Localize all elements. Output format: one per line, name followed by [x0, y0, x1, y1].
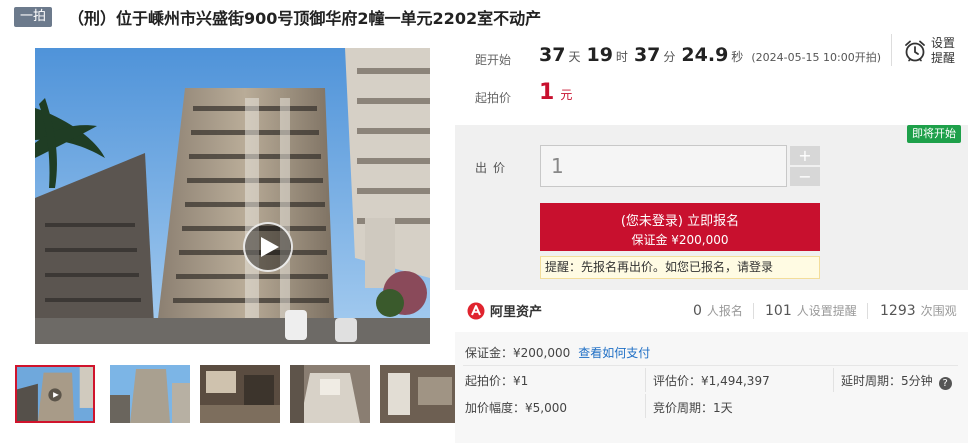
- countdown-label: 距开始: [475, 53, 512, 67]
- details-divider: [463, 365, 958, 366]
- detail-bid-increment: 加价幅度：¥5,000: [465, 401, 567, 415]
- countdown-hours: 19: [586, 44, 613, 66]
- countdown-minutes-unit: 分: [663, 50, 676, 64]
- detail-auction-period: 竞价周期：1天: [653, 401, 733, 415]
- thumbnail-5[interactable]: [380, 365, 460, 423]
- play-video-button[interactable]: [243, 222, 293, 272]
- thumbnail-image: [110, 365, 190, 423]
- thumbnail-image: [17, 367, 93, 421]
- register-now-button[interactable]: (您未登录) 立即报名 保证金 ¥200,000: [540, 203, 820, 251]
- details-col-divider: [645, 394, 646, 418]
- views-stat: 1293 次围观: [880, 302, 957, 319]
- register-notice: 提醒：先报名再出价。如您已报名，请登录: [540, 256, 820, 279]
- increase-bid-button[interactable]: +: [790, 146, 820, 165]
- registered-stat: 0 人报名: [693, 302, 743, 319]
- notice-text: 提醒：先报名再出价。如您已报名，请: [545, 260, 750, 274]
- start-price-label: 起拍价: [475, 91, 512, 105]
- registered-count: 0: [693, 303, 702, 319]
- details-col-divider: [645, 368, 646, 392]
- platform-name: 阿里资产: [490, 305, 543, 320]
- reminders-unit: 人设置提醒: [796, 304, 857, 318]
- start-price: 1 元: [539, 80, 572, 105]
- how-to-pay-link[interactable]: 查看如何支付: [578, 346, 650, 360]
- help-icon[interactable]: ?: [938, 377, 952, 390]
- detail-start-price: 起拍价：¥1: [465, 374, 529, 388]
- reminder-divider: [891, 34, 892, 66]
- registered-unit: 人报名: [706, 304, 743, 318]
- bid-panel: 即将开始 出价 1 + − (您未登录) 立即报名 保证金 ¥200,000 提…: [455, 125, 968, 290]
- bid-amount-input[interactable]: 1: [540, 145, 787, 187]
- detail-appraisal-price: 评估价：¥1,494,397: [653, 374, 770, 388]
- status-badge: 即将开始: [907, 125, 961, 143]
- thumbnail-image: [200, 365, 280, 423]
- thumbnail-3[interactable]: [200, 365, 280, 423]
- decrease-bid-button[interactable]: −: [790, 167, 820, 186]
- platform-stats: 阿里资产 0 人报名 101 人设置提醒 1293 次围观: [455, 290, 968, 332]
- thumbnail-image: [380, 365, 460, 423]
- play-icon: [261, 237, 279, 257]
- thumbnail-4[interactable]: [290, 365, 370, 423]
- reminders-stat: 101 人设置提醒: [765, 302, 857, 319]
- deposit-text: 保证金：¥200,000: [465, 346, 571, 360]
- set-reminder-button[interactable]: 设置提醒: [893, 34, 963, 68]
- auction-round-badge: 一拍: [14, 7, 53, 27]
- countdown-seconds-unit: 秒: [731, 50, 744, 64]
- thumbnail-2[interactable]: [110, 365, 190, 423]
- extension-period-text: 延时周期：5分钟: [841, 374, 933, 388]
- alarm-clock-icon: [905, 40, 925, 62]
- thumbnail-image: [290, 365, 370, 423]
- countdown-hours-unit: 时: [615, 50, 628, 64]
- bid-label: 出价: [475, 161, 512, 175]
- page-title: （刑）位于嵊州市兴盛街900号顶御华府2幢一单元2202室不动产: [68, 9, 542, 28]
- thumbnail-1[interactable]: [15, 365, 95, 423]
- countdown-timer: 37 天 19 时 37 分 24.9 秒 (2024-05-15 10:00开…: [539, 44, 881, 66]
- main-property-image[interactable]: [35, 48, 430, 344]
- start-price-value: 1: [539, 80, 555, 105]
- views-unit: 次围观: [920, 304, 957, 318]
- login-link[interactable]: 登录: [749, 260, 773, 274]
- detail-extension-period: 延时周期：5分钟?: [841, 372, 952, 390]
- details-col-divider: [833, 368, 834, 392]
- start-price-unit: 元: [560, 88, 573, 102]
- title-row: 一拍 （刑）位于嵊州市兴盛街900号顶御华府2幢一单元2202室不动产: [14, 6, 541, 28]
- register-deposit-label: 保证金 ¥200,000: [631, 233, 729, 247]
- stat-divider: [753, 303, 754, 319]
- reminders-count: 101: [765, 303, 792, 319]
- stat-divider: [867, 303, 868, 319]
- register-button-label: (您未登录) 立即报名: [620, 214, 740, 229]
- ali-assets-logo-icon: [467, 302, 485, 319]
- countdown-days-unit: 天: [568, 50, 581, 64]
- countdown-section: 距开始 37 天 19 时 37 分 24.9 秒 (2024-05-15 10…: [455, 30, 968, 125]
- building-photo: [35, 48, 430, 344]
- countdown-seconds: 24.9: [681, 44, 729, 66]
- auction-details: 保证金：¥200,000 查看如何支付 起拍价：¥1 评估价：¥1,494,397…: [455, 332, 968, 443]
- views-count: 1293: [880, 303, 916, 319]
- thumbnail-strip: [15, 365, 460, 423]
- auction-start-time: (2024-05-15 10:00开拍): [751, 51, 882, 64]
- countdown-days: 37: [539, 44, 566, 66]
- set-reminder-label: 设置提醒: [931, 36, 956, 65]
- countdown-minutes: 37: [633, 44, 661, 66]
- ali-assets-logo[interactable]: 阿里资产: [467, 301, 542, 320]
- deposit-row: 保证金：¥200,000 查看如何支付: [465, 344, 650, 361]
